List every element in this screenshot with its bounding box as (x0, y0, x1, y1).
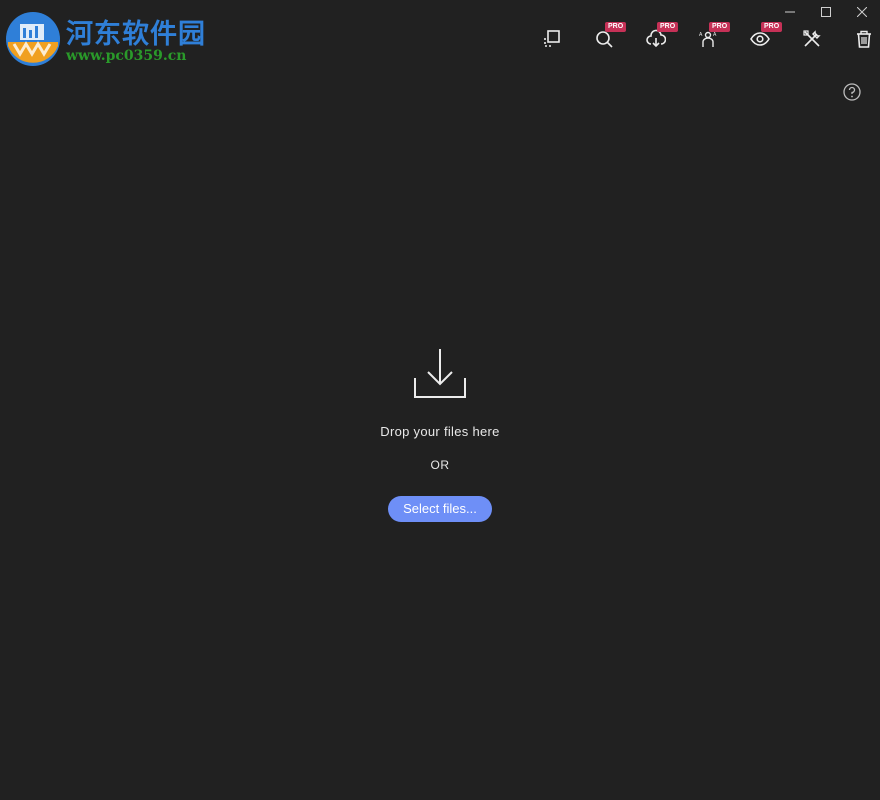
minimize-icon (785, 11, 795, 13)
window-controls (772, 0, 880, 24)
app-window: 河东软件园 www.pc0359.cn PRO PRO A A PRO PRO … (0, 0, 880, 800)
maximize-button[interactable] (808, 0, 844, 24)
watermark: 河东软件园 www.pc0359.cn (4, 8, 224, 68)
delete-button[interactable] (838, 22, 880, 56)
preview-button[interactable]: PRO (734, 22, 786, 56)
resize-button[interactable] (526, 22, 578, 56)
help-icon (843, 83, 861, 101)
pro-badge: PRO (709, 22, 731, 32)
cloud-download-button[interactable]: PRO (630, 22, 682, 56)
maximize-icon (821, 7, 831, 17)
eye-icon (750, 32, 770, 46)
drop-zone[interactable]: Drop your files here OR Select files... (0, 340, 880, 522)
tools-icon (803, 30, 821, 47)
trash-icon (857, 30, 871, 48)
close-button[interactable] (844, 0, 880, 24)
pro-badge: PRO (761, 22, 783, 32)
drop-files-label: Drop your files here (380, 424, 500, 439)
search-icon (596, 31, 613, 48)
pro-badge: PRO (657, 22, 679, 32)
translate-icon: A A (699, 31, 717, 47)
watermark-logo-icon (6, 12, 60, 66)
select-files-button[interactable]: Select files... (388, 496, 492, 522)
watermark-title: 河东软件园 (66, 19, 206, 50)
download-icon (414, 349, 466, 398)
cloud-download-icon (646, 29, 666, 48)
help-button[interactable] (842, 82, 862, 102)
resize-icon (544, 30, 560, 47)
search-button[interactable]: PRO (578, 22, 630, 56)
toolbar: PRO PRO A A PRO PRO (526, 22, 880, 56)
close-icon (857, 7, 867, 17)
pro-badge: PRO (605, 22, 627, 32)
translate-button[interactable]: A A PRO (682, 22, 734, 56)
minimize-button[interactable] (772, 0, 808, 24)
svg-text:A: A (713, 32, 717, 38)
watermark-url: www.pc0359.cn (66, 48, 187, 64)
svg-text:A: A (699, 32, 703, 38)
title-bar: 河东软件园 www.pc0359.cn PRO PRO A A PRO PRO (0, 0, 880, 66)
tools-button[interactable] (786, 22, 838, 56)
or-label: OR (430, 458, 450, 472)
